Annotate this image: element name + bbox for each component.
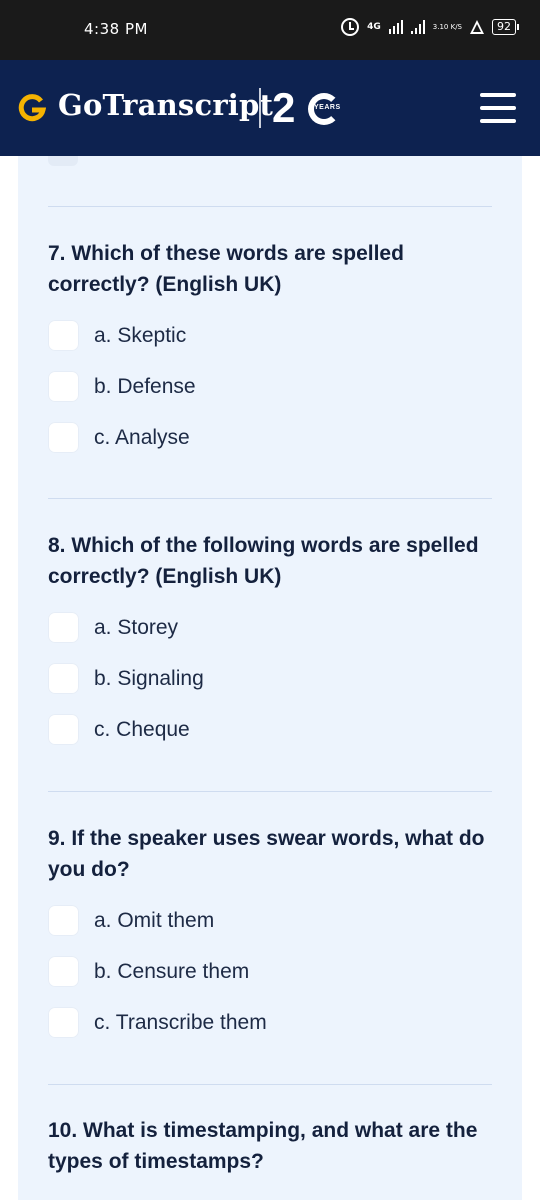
option-7c[interactable]: c. Analyse bbox=[48, 412, 500, 463]
options-list: a. Storey b. Signaling c. Cheque bbox=[48, 602, 500, 755]
menu-line-icon bbox=[480, 119, 516, 123]
status-bar: 4:38 PM 4G 3.10 K/S 92 bbox=[0, 0, 540, 60]
signal-icon-2 bbox=[410, 20, 425, 34]
option-8a[interactable]: a. Storey bbox=[48, 602, 500, 653]
quiz-panel: 7. Which of these words are spelled corr… bbox=[18, 156, 522, 1200]
checkbox[interactable] bbox=[48, 956, 79, 987]
brand-name[interactable]: GoTranscript bbox=[58, 88, 273, 122]
option-label: b. Censure them bbox=[94, 959, 250, 983]
previous-checkbox[interactable] bbox=[48, 156, 78, 166]
option-label: a. Omit them bbox=[94, 908, 215, 932]
checkbox[interactable] bbox=[48, 1007, 79, 1038]
option-7b[interactable]: b. Defense bbox=[48, 361, 500, 412]
alarm-icon bbox=[341, 18, 360, 36]
option-label: c. Cheque bbox=[94, 717, 190, 741]
menu-line-icon bbox=[480, 93, 516, 97]
checkbox[interactable] bbox=[48, 422, 79, 453]
status-icons: 4G 3.10 K/S 92 bbox=[341, 18, 519, 36]
status-time: 4:38 PM bbox=[84, 20, 148, 38]
option-label: c. Transcribe them bbox=[94, 1010, 267, 1034]
network-type: 4G bbox=[367, 21, 381, 32]
signal-icon bbox=[388, 20, 403, 34]
divider bbox=[48, 498, 492, 499]
option-8b[interactable]: b. Signaling bbox=[48, 653, 500, 704]
question-title: 7. Which of these words are spelled corr… bbox=[48, 242, 404, 296]
option-label: b. Defense bbox=[94, 374, 196, 398]
question-title: 9. If the speaker uses swear words, what… bbox=[48, 827, 485, 881]
app-header: GoTranscript 2 YEARS bbox=[0, 60, 540, 156]
option-label: a. Skeptic bbox=[94, 323, 187, 347]
years-number: 2 bbox=[272, 84, 296, 131]
checkbox[interactable] bbox=[48, 612, 79, 643]
checkbox[interactable] bbox=[48, 371, 79, 402]
data-speed: 3.10 K/S bbox=[432, 23, 462, 31]
gotranscript-logo-icon[interactable] bbox=[18, 94, 46, 122]
question-10: 10. What is timestamping, and what are t… bbox=[48, 1115, 500, 1177]
hamburger-menu-button[interactable] bbox=[480, 93, 516, 123]
option-7a[interactable]: a. Skeptic bbox=[48, 310, 500, 361]
flask-icon bbox=[470, 20, 484, 34]
option-9a[interactable]: a. Omit them bbox=[48, 895, 500, 946]
option-label: b. Signaling bbox=[94, 666, 204, 690]
option-label: c. Analyse bbox=[94, 425, 190, 449]
checkbox[interactable] bbox=[48, 905, 79, 936]
divider bbox=[48, 206, 492, 207]
years-word: YEARS bbox=[314, 104, 341, 111]
question-title: 8. Which of the following words are spel… bbox=[48, 534, 479, 588]
option-8c[interactable]: c. Cheque bbox=[48, 704, 500, 755]
menu-line-icon bbox=[480, 106, 516, 110]
options-list: a. Omit them b. Censure them c. Transcri… bbox=[48, 895, 500, 1048]
question-9: 9. If the speaker uses swear words, what… bbox=[48, 823, 500, 1048]
option-label: a. Storey bbox=[94, 615, 179, 639]
20-years-badge: 2 YEARS bbox=[272, 87, 362, 129]
options-list: a. Skeptic b. Defense c. Analyse bbox=[48, 310, 500, 463]
divider bbox=[48, 1084, 492, 1085]
question-7: 7. Which of these words are spelled corr… bbox=[48, 238, 500, 463]
checkbox[interactable] bbox=[48, 320, 79, 351]
checkbox[interactable] bbox=[48, 714, 79, 745]
brand-divider bbox=[259, 88, 261, 128]
divider bbox=[48, 791, 492, 792]
option-9b[interactable]: b. Censure them bbox=[48, 946, 500, 997]
question-8: 8. Which of the following words are spel… bbox=[48, 530, 500, 755]
battery-icon: 92 bbox=[492, 19, 519, 35]
option-9c[interactable]: c. Transcribe them bbox=[48, 997, 500, 1048]
checkbox[interactable] bbox=[48, 663, 79, 694]
question-title: 10. What is timestamping, and what are t… bbox=[48, 1119, 478, 1173]
